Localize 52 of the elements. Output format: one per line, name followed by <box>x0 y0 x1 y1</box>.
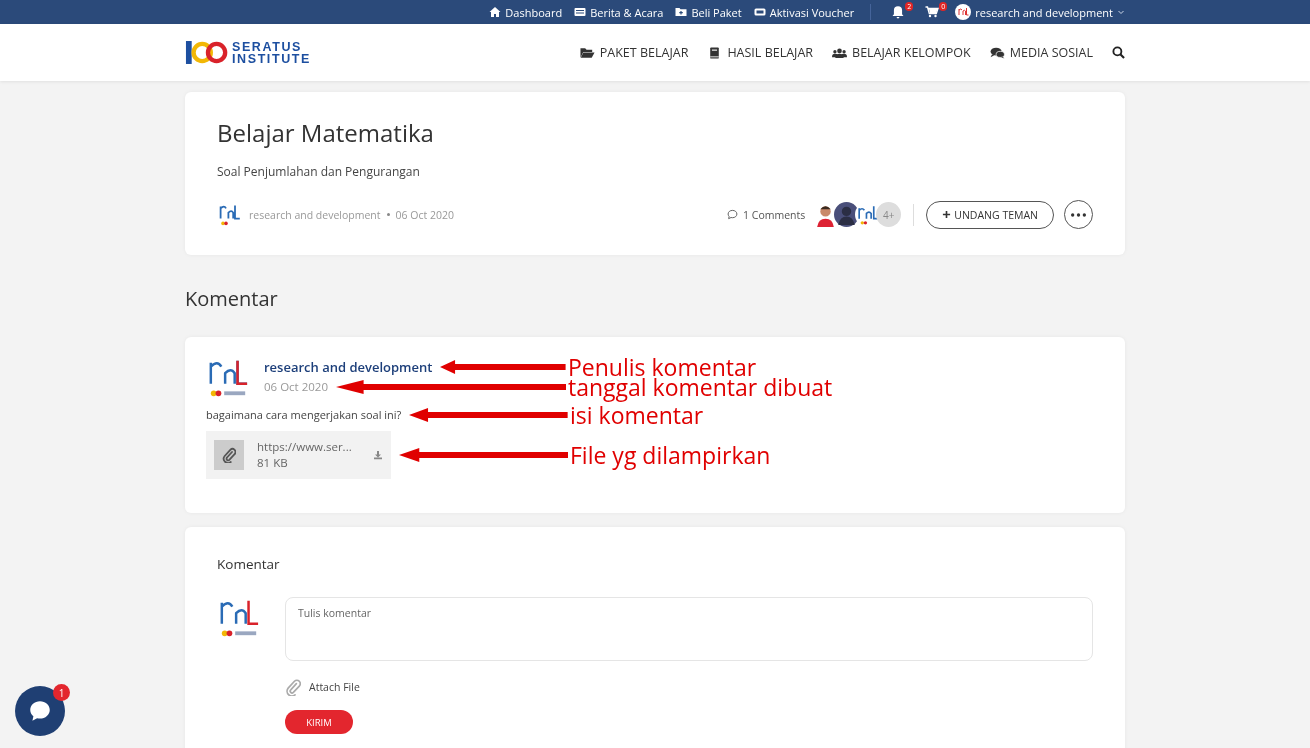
user-menu[interactable]: research and development <box>955 4 1125 20</box>
user-avatar-icon <box>955 4 972 20</box>
card-icon <box>574 6 587 18</box>
post-date: 06 Oct 2020 <box>395 207 454 222</box>
file-size: 81 KB <box>257 455 289 471</box>
cart-icon <box>925 5 940 19</box>
nav-link[interactable]: HASIL BELAJAR <box>707 44 814 61</box>
top-link[interactable]: Dashboard <box>489 4 563 20</box>
invite-button[interactable]: UNDANG TEMAN <box>926 200 1054 229</box>
more-options-button[interactable] <box>1064 200 1093 229</box>
paperclip-icon <box>285 678 301 696</box>
file-name: https://www.ser... <box>257 439 353 455</box>
top-link[interactable]: Beli Paket <box>675 4 742 20</box>
annotation-label: isi komentar <box>570 403 704 427</box>
site-logo[interactable]: SERATUS INSTITUTE <box>185 39 311 66</box>
attach-file-link[interactable]: Attach File <box>285 678 360 696</box>
post-title: Belajar Matematika <box>217 116 435 149</box>
download-icon[interactable] <box>373 450 383 460</box>
ticket-icon <box>753 6 766 18</box>
bell-icon <box>891 5 906 19</box>
comments-link[interactable]: 1 Comments <box>727 207 806 222</box>
more-icon <box>1071 212 1086 217</box>
attachment-card[interactable]: https://www.ser... 81 KB <box>206 431 391 479</box>
caret-icon <box>1117 8 1125 16</box>
section-heading: Komentar <box>185 285 279 312</box>
submit-button[interactable]: KIRIM <box>285 710 353 734</box>
author-logo-icon <box>217 202 241 227</box>
annotation-label: Penulis komentar <box>568 355 757 379</box>
chat-button[interactable] <box>15 686 65 736</box>
paperclip-icon <box>214 440 244 470</box>
comment-date: 06 Oct 2020 <box>264 378 328 396</box>
folder-icon <box>579 46 595 59</box>
member-avatar <box>834 202 860 227</box>
post-subtitle: Soal Penjumlahan dan Pengurangan <box>217 163 421 180</box>
search-icon[interactable] <box>1112 46 1125 59</box>
comment-input[interactable]: Tulis komentar <box>285 597 1093 661</box>
comment-author[interactable]: research and development <box>264 357 433 377</box>
comment-text: bagaimana cara mengerjakan soal ini? <box>206 406 402 424</box>
users-icon <box>832 46 848 59</box>
top-link[interactable]: Berita & Acara <box>574 4 664 20</box>
chat-icon <box>989 46 1005 59</box>
nav-link[interactable]: PAKET BELAJAR <box>579 44 689 61</box>
home-icon <box>489 6 502 18</box>
top-link[interactable]: Aktivasi Voucher <box>753 4 855 20</box>
nav-link[interactable]: MEDIA SOSIAL <box>989 44 1093 61</box>
chat-bubble-icon <box>27 698 53 724</box>
plus-icon <box>942 210 952 219</box>
form-title: Komentar <box>217 555 281 573</box>
comment-icon <box>727 209 739 220</box>
folder-plus-icon <box>675 6 688 18</box>
nav-link[interactable]: BELAJAR KELOMPOK <box>832 44 971 61</box>
chat-badge: 1 <box>53 684 70 701</box>
